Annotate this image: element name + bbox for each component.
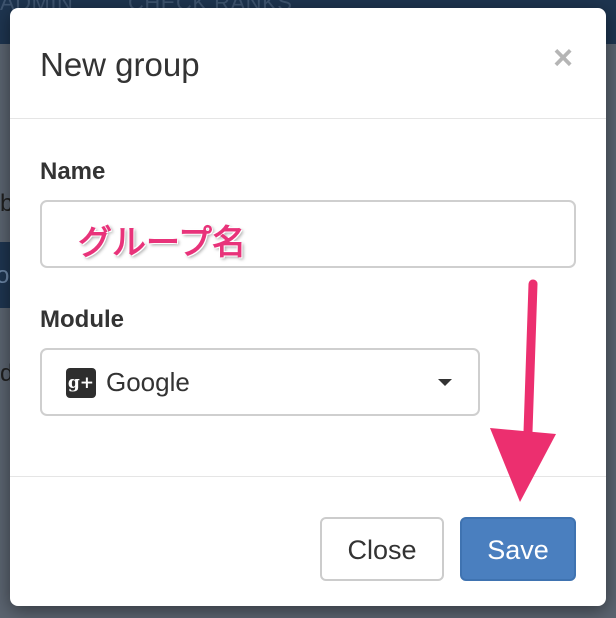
dialog-footer: Close Save [10, 476, 606, 607]
name-label: Name [40, 158, 106, 185]
dialog-header: New group × [10, 8, 606, 119]
google-plus-icon: g+ [66, 368, 96, 398]
module-select[interactable]: g+ Google [40, 348, 480, 416]
close-icon[interactable]: × [548, 40, 578, 76]
save-button[interactable]: Save [460, 517, 576, 581]
close-button[interactable]: Close [320, 517, 444, 581]
module-label: Module [40, 306, 124, 333]
name-input[interactable]: グループ名 [40, 200, 576, 268]
background-text-fragment: o [0, 262, 10, 289]
caret-down-icon [438, 379, 452, 386]
name-annotation-text: グループ名 [78, 223, 246, 263]
dialog-title: New group [40, 46, 200, 83]
new-group-dialog: New group × Name グループ名 Module g+ Google … [10, 8, 606, 606]
module-selected-value: Google [106, 367, 190, 397]
